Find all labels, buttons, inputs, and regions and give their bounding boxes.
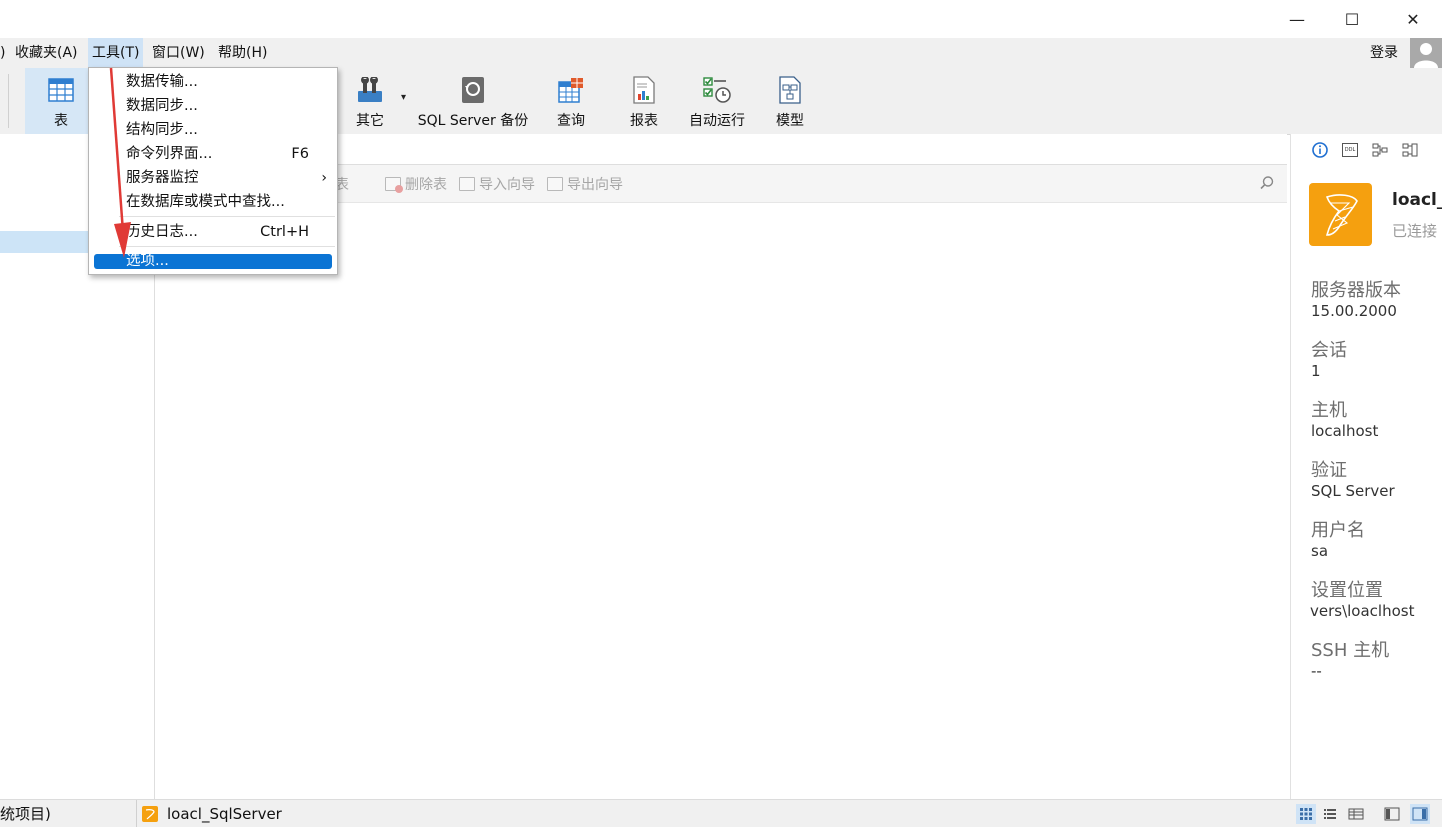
menu-item-favorites[interactable]: 收藏夹(A) — [15, 38, 78, 68]
minimize-icon: — — [1289, 9, 1305, 29]
menu-separator — [119, 216, 335, 217]
ddl-icon: DDL — [1342, 143, 1358, 157]
query-button-label: 查询 — [557, 113, 585, 129]
menu-item-tools[interactable]: 工具(T) — [88, 38, 144, 68]
import-wizard-label: 导入向导 — [479, 176, 535, 193]
delete-table-icon — [385, 176, 403, 193]
connection-logo — [1309, 183, 1372, 246]
toolbar-divider — [8, 74, 9, 128]
table-icon — [48, 76, 74, 104]
report-button[interactable]: 报表 — [618, 68, 670, 134]
detail-view-toggle[interactable] — [1348, 806, 1364, 822]
server-version-value: 15.00.2000 — [1311, 302, 1397, 320]
export-wizard-label: 导出向导 — [567, 176, 623, 193]
export-wizard-button[interactable]: 导出向导 — [547, 165, 623, 202]
host-label: 主机 — [1311, 400, 1347, 421]
toggle-left-pane[interactable] — [1384, 806, 1400, 822]
minimize-button[interactable]: — — [1268, 0, 1326, 38]
info-pane: DDL loacl_ 已连接 服务器版本 15.00.2000 会话 1 主机 … — [1290, 134, 1442, 799]
search-button[interactable] — [1259, 175, 1277, 193]
left-pane-icon — [1384, 807, 1400, 821]
grid-view-icon — [1300, 808, 1312, 820]
history-log-shortcut: Ctrl+H — [260, 224, 309, 240]
search-icon — [1260, 176, 1274, 190]
menu-item-help[interactable]: 帮助(H) — [218, 38, 267, 68]
status-project-text: 统项目) — [0, 805, 51, 823]
model-button[interactable]: 模型 — [764, 68, 816, 134]
other-button[interactable]: 其它 — [340, 68, 400, 134]
status-bar: 统项目) loacl_SqlServer — [0, 799, 1442, 827]
menu-bar: ) 收藏夹(A) 工具(T) 窗口(W) 帮助(H) 登录 — [0, 38, 1442, 68]
maximize-button[interactable]: ☐ — [1323, 0, 1381, 38]
status-divider — [136, 800, 137, 827]
avatar[interactable] — [1410, 38, 1442, 68]
menu-item-window[interactable]: 窗口(W) — [152, 38, 205, 68]
settings-location-label: 设置位置 — [1311, 580, 1383, 601]
annotation-arrow — [109, 67, 131, 258]
automation-button[interactable]: 自动运行 — [683, 68, 751, 134]
menu-item-partial[interactable]: ) — [0, 38, 5, 68]
other-dropdown-arrow[interactable]: ▾ — [401, 92, 406, 103]
sqlserver-backup-button-label: SQL Server 备份 — [417, 113, 529, 129]
table-button[interactable]: 表 — [25, 68, 97, 134]
console-shortcut: F6 — [291, 146, 309, 162]
automation-icon — [702, 76, 732, 104]
authentication-label: 验证 — [1311, 460, 1347, 481]
authentication-value: SQL Server — [1311, 482, 1395, 500]
sqlserver-connection-icon — [142, 806, 158, 822]
connection-name: loacl_ — [1392, 190, 1442, 210]
sessions-label: 会话 — [1311, 340, 1347, 361]
delete-table-label: 删除表 — [405, 176, 447, 193]
structure-icon — [1402, 143, 1418, 157]
list-view-toggle[interactable] — [1322, 806, 1338, 822]
tab-general-info[interactable] — [1309, 142, 1331, 158]
backup-icon — [461, 76, 485, 104]
ssh-host-label: SSH 主机 — [1311, 640, 1390, 661]
table-button-label: 表 — [54, 113, 68, 129]
import-wizard-button[interactable]: 导入向导 — [459, 165, 535, 202]
settings-location-value: vers\loaclhost — [1310, 602, 1415, 620]
import-icon — [459, 176, 475, 191]
other-button-label: 其它 — [356, 113, 384, 129]
toggle-right-pane[interactable] — [1410, 804, 1430, 824]
info-icon — [1312, 142, 1328, 158]
export-icon — [547, 176, 563, 191]
close-icon: ✕ — [1406, 9, 1420, 29]
username-value: sa — [1311, 542, 1329, 560]
report-icon — [633, 76, 655, 104]
user-avatar-icon — [1414, 43, 1438, 68]
host-value: localhost — [1311, 422, 1379, 440]
sessions-value: 1 — [1311, 362, 1321, 380]
server-version-label: 服务器版本 — [1311, 280, 1401, 301]
report-button-label: 报表 — [630, 113, 658, 129]
sqlserver-logo-icon — [1325, 194, 1358, 236]
submenu-arrow-icon: › — [321, 170, 327, 186]
query-icon — [558, 76, 584, 104]
tab-ddl[interactable]: DDL — [1339, 142, 1361, 158]
query-button[interactable]: 查询 — [545, 68, 597, 134]
tab-structure[interactable] — [1399, 142, 1421, 158]
menu-separator — [119, 246, 335, 247]
connection-status: 已连接 — [1392, 222, 1438, 240]
grid-view-toggle[interactable] — [1296, 804, 1316, 824]
ssh-host-value: -- — [1311, 662, 1322, 680]
login-link[interactable]: 登录 — [1370, 38, 1398, 68]
automation-button-label: 自动运行 — [689, 113, 745, 129]
right-pane-icon — [1412, 807, 1428, 821]
title-bar: — ☐ ✕ — [0, 0, 1442, 38]
tab-dependencies[interactable] — [1369, 142, 1391, 158]
sqlserver-backup-button[interactable]: SQL Server 备份 — [412, 68, 534, 134]
username-label: 用户名 — [1311, 520, 1365, 541]
delete-table-button[interactable]: 删除表 — [385, 165, 447, 202]
maximize-icon: ☐ — [1344, 9, 1360, 29]
status-connection-name: loacl_SqlServer — [167, 805, 282, 823]
detail-view-icon — [1348, 808, 1364, 820]
tools-icon — [355, 76, 385, 104]
dependencies-icon — [1372, 143, 1388, 157]
close-window-button[interactable]: ✕ — [1384, 0, 1442, 38]
model-button-label: 模型 — [776, 113, 804, 129]
list-view-icon — [1324, 809, 1336, 819]
model-icon — [779, 76, 801, 104]
